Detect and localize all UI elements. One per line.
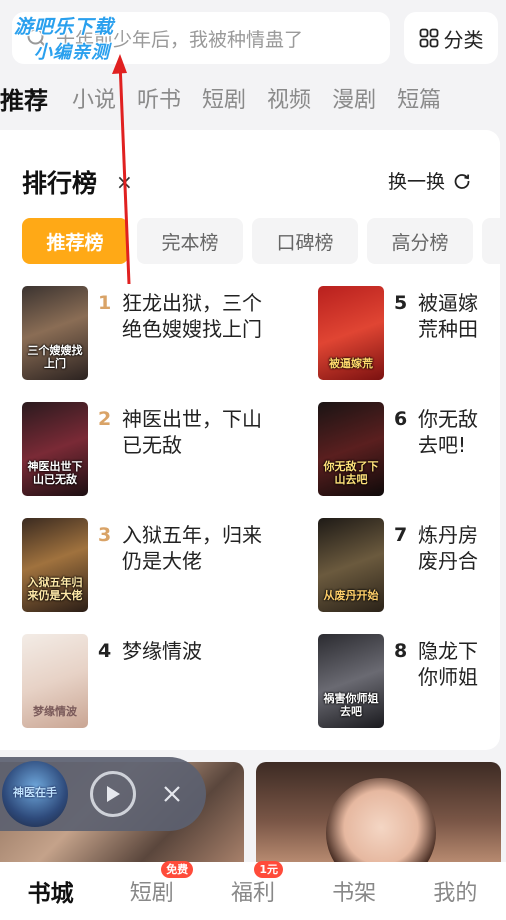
tab-recommend[interactable]: 推荐	[0, 81, 48, 116]
book-cover: 入狱五年归来仍是大佬	[22, 518, 88, 612]
nav-welfare[interactable]: 福利 1元	[202, 861, 303, 907]
ranking-title: 排行榜	[22, 169, 98, 198]
nav-label: 书架	[332, 881, 377, 906]
book-title: 梦缘情波	[122, 639, 202, 663]
player-cover-title: 神医在手	[13, 786, 57, 799]
price-badge: 1元	[254, 861, 284, 878]
category-tabs: 推荐 小说 听书 短剧 视频 漫剧 短篇	[0, 78, 506, 118]
nav-label: 福利	[230, 881, 275, 906]
free-badge: 免费	[161, 861, 194, 878]
nav-label: 我的	[433, 881, 478, 906]
book-title: 入狱五年，归来 仍是大佬	[122, 523, 262, 573]
cover-title: 三个嫂嫂找上门	[27, 344, 83, 370]
rank-number: 4	[98, 640, 112, 662]
category-button[interactable]: 分类	[404, 12, 498, 64]
nav-profile[interactable]: 我的	[405, 875, 506, 907]
tab-comic-drama[interactable]: 漫剧	[332, 82, 376, 114]
search-icon	[26, 27, 48, 49]
grid-icon	[419, 28, 439, 48]
cover-title: 祸害你师姐去吧	[323, 692, 379, 718]
nav-label: 短剧	[129, 881, 174, 906]
book-item[interactable]: 梦缘情波 4 梦缘情波	[22, 634, 302, 728]
cover-title: 从废丹开始	[323, 589, 379, 602]
floating-audio-player: 神医在手	[0, 757, 206, 831]
play-icon	[107, 786, 120, 802]
rank-number: 2	[98, 408, 112, 430]
book-item[interactable]: 你无敌了下山去吧 6 你无敌 去吧!	[318, 402, 500, 496]
nav-bookshelf[interactable]: 书架	[304, 875, 405, 907]
rank-number: 8	[394, 640, 408, 662]
book-title: 隐龙下 你师姐	[418, 639, 478, 689]
ranking-tab-completed[interactable]: 完本榜	[137, 218, 243, 264]
book-cover: 从废丹开始	[318, 518, 384, 612]
refresh-icon	[453, 172, 471, 190]
ranking-tab-recommend[interactable]: 推荐榜	[22, 218, 128, 264]
book-title: 你无敌 去吧!	[418, 407, 478, 457]
rank-number: 7	[394, 524, 408, 546]
tab-audiobook[interactable]: 听书	[137, 82, 181, 114]
bottom-navigation: 书城 短剧 免费 福利 1元 书架 我的	[0, 861, 506, 920]
book-item[interactable]: 神医出世下山已无敌 2 神医出世，下山 已无敌	[22, 402, 302, 496]
nav-label: 书城	[27, 881, 74, 907]
cover-title: 被逼嫁荒	[329, 357, 373, 370]
search-placeholder: 十年前少年后，我被种情蛊了	[56, 28, 304, 51]
tab-video[interactable]: 视频	[267, 82, 311, 114]
book-cover: 神医出世下山已无敌	[22, 402, 88, 496]
category-label: 分类	[443, 27, 484, 52]
book-cover: 三个嫂嫂找上门	[22, 286, 88, 380]
ranking-tab-high-score[interactable]: 高分榜	[367, 218, 473, 264]
book-cover: 梦缘情波	[22, 634, 88, 728]
ranking-close-icon[interactable]: ×	[116, 170, 133, 194]
cover-title: 神医出世下山已无敌	[27, 460, 83, 486]
cover-title: 梦缘情波	[33, 705, 77, 718]
play-button[interactable]	[90, 771, 136, 817]
close-player-icon[interactable]	[162, 784, 182, 804]
book-title: 炼丹房 废丹合	[418, 523, 478, 573]
nav-short-drama[interactable]: 短剧 免费	[101, 861, 202, 907]
book-cover: 祸害你师姐去吧	[318, 634, 384, 728]
tab-short-story[interactable]: 短篇	[397, 82, 441, 114]
cover-portrait	[326, 778, 436, 862]
ranking-tab-more[interactable]	[482, 218, 500, 264]
book-title: 神医出世，下山 已无敌	[122, 407, 262, 457]
ranking-card: 排行榜 × 换一换 推荐榜 完本榜 口碑榜 高分榜 三个嫂嫂找上门 1 狂龙出狱…	[0, 130, 500, 750]
tab-novel[interactable]: 小说	[72, 82, 116, 114]
refresh-label: 换一换	[388, 171, 446, 193]
book-item[interactable]: 被逼嫁荒 5 被逼嫁 荒种田	[318, 286, 500, 380]
player-cover[interactable]: 神医在手	[2, 761, 68, 827]
rank-number: 5	[394, 292, 408, 314]
refresh-button[interactable]: 换一换	[388, 167, 471, 194]
book-title: 狂龙出狱，三个 绝色嫂嫂找上门	[122, 291, 262, 341]
cover-title: 你无敌了下山去吧	[323, 460, 379, 486]
book-item[interactable]: 入狱五年归来仍是大佬 3 入狱五年，归来 仍是大佬	[22, 518, 302, 612]
cover-title: 入狱五年归来仍是大佬	[27, 576, 83, 602]
rank-number: 6	[394, 408, 408, 430]
book-item[interactable]: 祸害你师姐去吧 8 隐龙下 你师姐	[318, 634, 500, 728]
book-cover: 被逼嫁荒	[318, 286, 384, 380]
feed-card-right[interactable]	[256, 762, 501, 862]
book-title: 被逼嫁 荒种田	[418, 291, 478, 341]
top-search-row: 十年前少年后，我被种情蛊了 分类	[0, 0, 506, 72]
rank-number: 3	[98, 524, 112, 546]
book-item[interactable]: 从废丹开始 7 炼丹房 废丹合	[318, 518, 500, 612]
book-item[interactable]: 三个嫂嫂找上门 1 狂龙出狱，三个 绝色嫂嫂找上门	[22, 286, 302, 380]
ranking-tabs: 推荐榜 完本榜 口碑榜 高分榜	[22, 218, 500, 264]
book-cover: 你无敌了下山去吧	[318, 402, 384, 496]
search-input[interactable]: 十年前少年后，我被种情蛊了	[12, 12, 390, 64]
ranking-tab-reputation[interactable]: 口碑榜	[252, 218, 358, 264]
tab-short-drama[interactable]: 短剧	[202, 82, 246, 114]
nav-bookstore[interactable]: 书城	[0, 874, 101, 908]
rank-number: 1	[98, 292, 112, 314]
